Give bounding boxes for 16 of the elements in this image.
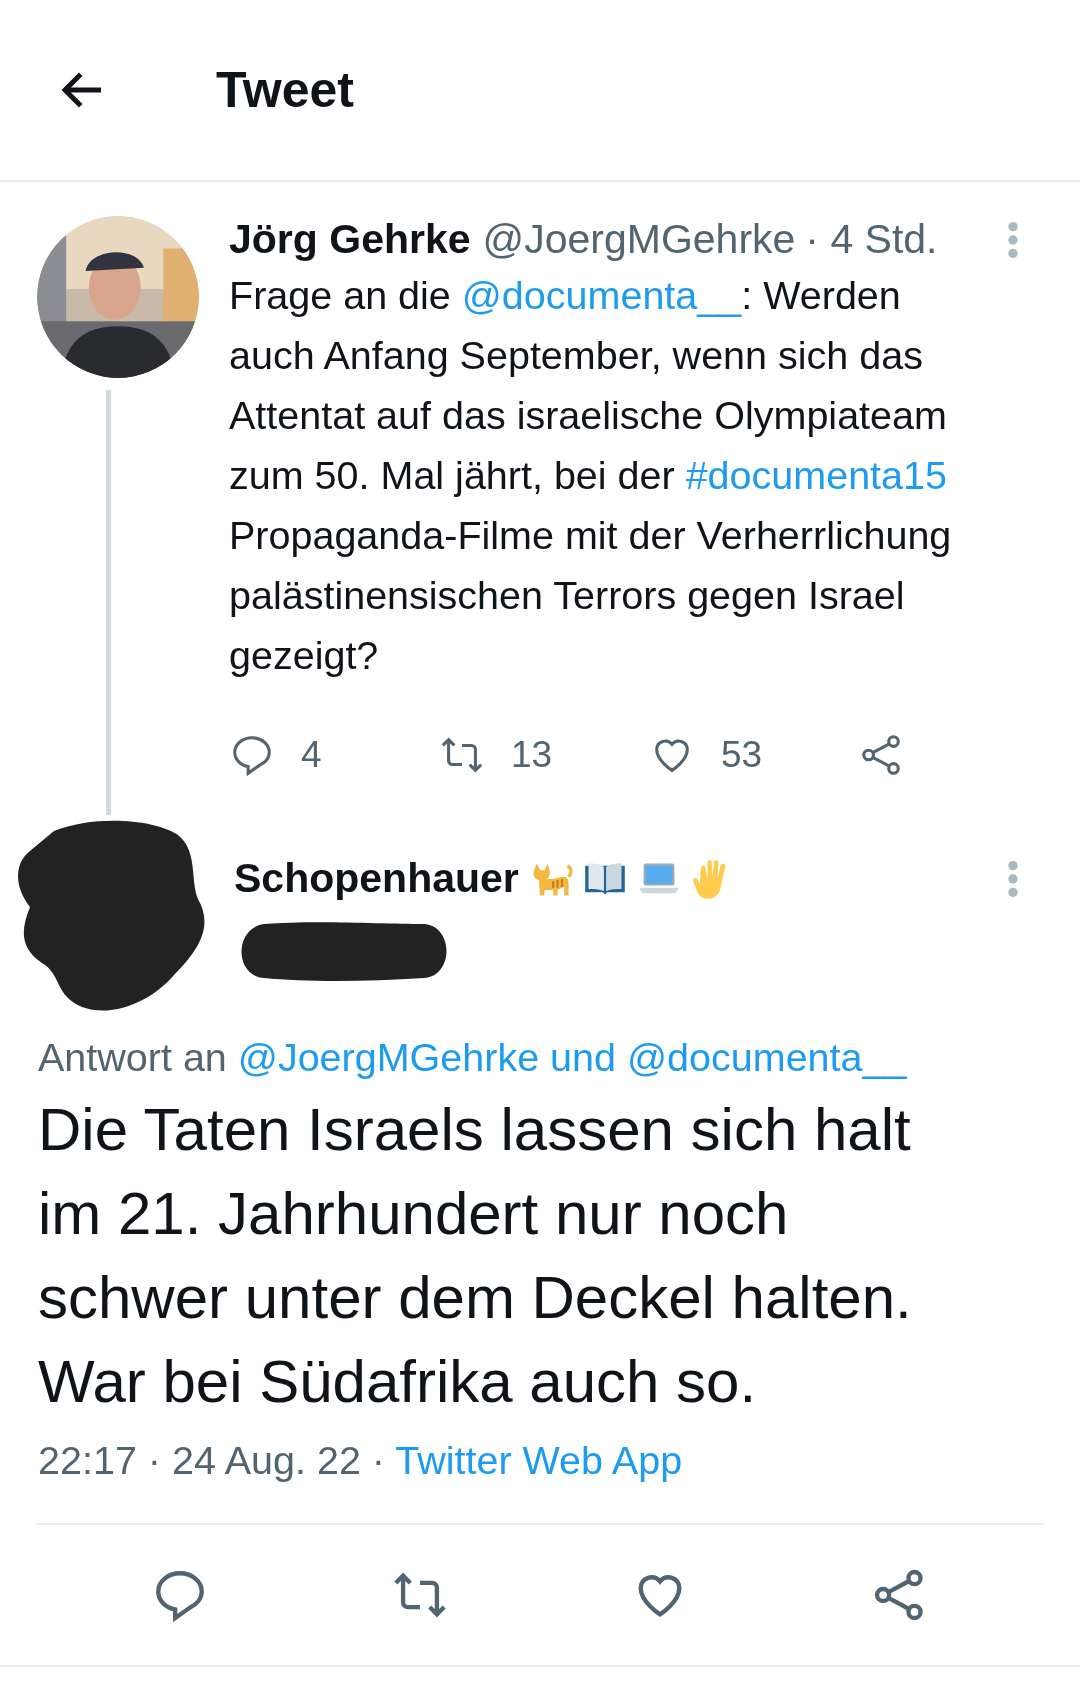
- tweet-text: Frage an die @documenta__: Werden auch Anfang September, wenn sich das Attentat auf das israelische Olympiateam zum 50. Mal jährt, bei der #documenta15 Propaganda-Filme mit der Verherrlichung palästinensischen Terrors gegen Israel gezeigt?: [229, 272, 953, 679]
- action-count: 13: [511, 734, 553, 776]
- mention-link[interactable]: @documenta__: [461, 273, 742, 317]
- hashtag-link[interactable]: #documenta15: [685, 453, 947, 497]
- reply-context: Antwort an @JoergMGehrke und @documenta__: [37, 1034, 908, 1080]
- author-name[interactable]: Jörg Gehrke: [229, 216, 471, 263]
- timestamp: · 4 Std.: [805, 216, 938, 263]
- action-count: 53: [721, 734, 763, 776]
- action-count: 4: [301, 734, 322, 776]
- mention-link[interactable]: @JoergMGehrke und @documenta__: [237, 1035, 907, 1079]
- tweet-meta: 22:17 · 24 Aug. 22 · Twitter Web App: [37, 1437, 684, 1483]
- page-title: Tweet: [216, 61, 354, 119]
- author-handle[interactable]: @JoergMGehrke: [482, 216, 796, 263]
- source-link[interactable]: Twitter Web App: [395, 1438, 683, 1482]
- author-name[interactable]: Schopenhauer: [234, 855, 519, 902]
- tweet-text: Die Taten Israels lassen sich halt im 21. Jahrhundert nur noch schwer unter dem Deckel halten. War bei Südafrika auch so.: [37, 1095, 913, 1417]
